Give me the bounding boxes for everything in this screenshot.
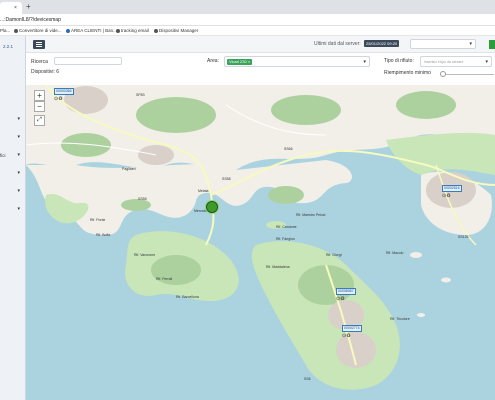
devices-count: Dispositivi: 6: [31, 69, 60, 75]
globe-icon: [116, 28, 120, 33]
bookmark-item[interactable]: Pla...: [0, 28, 10, 33]
place-label: Rif. Ferrali: [156, 277, 173, 281]
area-select[interactable]: Vicari 230 × ▾: [224, 56, 370, 67]
zoom-in-button[interactable]: +: [34, 90, 45, 101]
sidebar-item-edifici[interactable]: fici ▾: [0, 152, 26, 160]
chevron-down-icon: ▾: [17, 206, 20, 212]
url-text: ...:DamonIL8/?/devicesmap: [0, 17, 61, 23]
sidebar-item[interactable]: ▾: [0, 206, 26, 214]
place-label: Mercato: [194, 209, 207, 213]
device-code: 00002774: [342, 325, 362, 332]
fullscreen-button[interactable]: ⤢: [34, 115, 45, 126]
place-label: Rif. Barcellona: [176, 295, 199, 299]
place-label: Rif. Maddalena: [266, 265, 290, 269]
device-code: 00008087: [336, 288, 356, 295]
chevron-down-icon: ▾: [17, 152, 20, 158]
place-label: Rif. Tricolore: [390, 317, 410, 321]
waste-type-label: Tipo di rifiuto:: [384, 58, 414, 64]
server-data-label: Ultimi dati dal server:: [314, 41, 361, 47]
chevron-down-icon: ▾: [17, 188, 20, 194]
sidebar-item[interactable]: ▾: [0, 116, 26, 124]
top-header: Ultimi dati dal server: 25/01/2022 09:20…: [26, 36, 495, 53]
search-label: Ricerca: [31, 59, 48, 65]
device-code: 00002516: [442, 185, 462, 192]
browser-tabstrip: × +: [0, 0, 495, 14]
bookmark-item[interactable]: Convertitore di vide...: [14, 28, 62, 33]
chevron-down-icon: ▾: [17, 170, 20, 176]
place-label: Rif. Boffa: [96, 233, 111, 237]
device-marker[interactable]: 00000366 ⊙♻: [54, 88, 74, 102]
device-marker[interactable]: 00002516 ⊙♻: [442, 185, 462, 199]
waste-type-select[interactable]: Inserisci il tipo da cercare ▾: [420, 56, 492, 67]
globe-icon: [154, 28, 158, 33]
close-tab-icon[interactable]: ×: [14, 5, 17, 11]
waste-type-placeholder: Inserisci il tipo da cercare: [424, 60, 464, 64]
hamburger-icon: [36, 42, 42, 43]
road-label: SS66: [284, 147, 293, 151]
area-label: Area:: [207, 58, 219, 64]
place-label: Rif. Varonone: [134, 253, 156, 257]
globe-icon: [14, 28, 18, 33]
header-select[interactable]: ▾: [410, 39, 476, 49]
road-label: SS125: [458, 235, 469, 239]
sidebar: 2.2.1 ▾ ▾ fici ▾ ▾ ▾ ▾: [0, 36, 26, 400]
chevron-down-icon: ▾: [17, 134, 20, 140]
server-date-badge: 25/01/2022 09:20: [364, 40, 400, 47]
chevron-down-icon: ▾: [485, 59, 488, 65]
recycle-icon: ⊙♻: [342, 333, 351, 339]
area-tag[interactable]: Vicari 230 ×: [227, 59, 253, 65]
place-label: Rif. Macolo: [386, 251, 404, 255]
search-input[interactable]: [54, 57, 122, 65]
chevron-down-icon: ▾: [363, 59, 366, 65]
place-label: Melata: [198, 189, 209, 193]
sidebar-item[interactable]: ▾: [0, 170, 26, 178]
recycle-icon: ⊙♻: [336, 296, 345, 302]
slider-handle[interactable]: [440, 71, 446, 77]
fill-level-label: Riempimento minimo: [384, 70, 431, 76]
place-label: Pagliaeri: [122, 167, 136, 171]
new-tab-button[interactable]: +: [26, 2, 31, 11]
recycle-icon: ⊙♻: [54, 96, 63, 102]
device-marker[interactable]: 00008087 ⊙♻: [336, 288, 356, 302]
map-tiles: [26, 85, 495, 390]
menu-toggle-button[interactable]: [33, 40, 45, 49]
bookmark-item[interactable]: AREA CLIENTI | Ban...: [66, 28, 117, 33]
road-label: SS6: [304, 377, 311, 381]
chevron-down-icon: ▾: [17, 116, 20, 122]
road-label: SS58: [138, 197, 147, 201]
road-label: SP83: [136, 93, 145, 97]
bookmark-item[interactable]: Dispositivi Manager: [154, 28, 198, 33]
bookmark-item[interactable]: tracking email: [116, 28, 149, 33]
browser-tab[interactable]: ×: [0, 2, 22, 14]
device-code: 00000366: [54, 88, 74, 95]
place-label: Rif. Fangino: [276, 237, 295, 241]
device-marker[interactable]: 00002774 ⊙♻: [342, 325, 362, 339]
recycle-icon: ⊙♻: [442, 193, 451, 199]
app-version: 2.2.1: [3, 44, 14, 49]
place-label: Rif. Ponte: [90, 218, 106, 222]
fill-level-slider[interactable]: [442, 74, 494, 75]
status-indicator[interactable]: [489, 40, 495, 49]
sidebar-item[interactable]: ▾: [0, 134, 26, 142]
tag-remove-icon[interactable]: ×: [248, 59, 250, 64]
place-label: Rif. Maestro Pelosi: [296, 213, 326, 217]
filter-panel: Ricerca Dispositivi: 6 Area: Vicari 230 …: [26, 53, 495, 85]
address-bar[interactable]: ...:DamonIL8/?/devicesmap: [0, 14, 495, 26]
device-map[interactable]: + − ⤢ SP83 Pagliaeri Melata Mercato SS58…: [26, 85, 495, 400]
zoom-out-button[interactable]: −: [34, 101, 45, 112]
place-label: Rif. Giorgi: [326, 253, 342, 257]
road-label: SS58: [222, 177, 231, 181]
place-label: Rif. Carotone: [276, 225, 297, 229]
bookmarks-bar: Pla... Convertitore di vide... AREA CLIE…: [0, 26, 495, 36]
sidebar-item[interactable]: ▾: [0, 188, 26, 196]
device-cluster-marker[interactable]: [206, 201, 218, 213]
bank-icon: [66, 28, 70, 33]
chevron-down-icon: ▾: [469, 41, 472, 47]
